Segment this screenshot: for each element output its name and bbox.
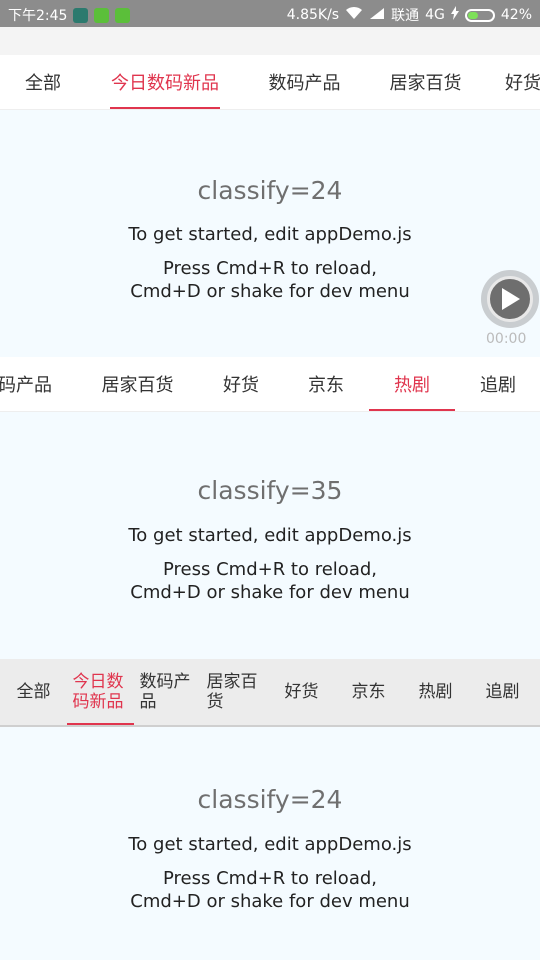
tab-hot-drama[interactable]: 热剧 [402, 659, 469, 725]
tab-label: 今日数码新品 [111, 73, 219, 94]
tab-label: 好货 [223, 375, 259, 396]
tab-label: 居家百货 [206, 672, 258, 712]
tab-indicator [369, 409, 455, 411]
tab-hot-drama[interactable]: 热剧 [369, 357, 455, 411]
tab-good-stuff[interactable]: 好货 [268, 659, 335, 725]
tab-follow-drama[interactable]: 追剧 [462, 357, 534, 411]
tab-home-goods[interactable]: 居家百货 [201, 659, 268, 725]
instruction-line: Press Cmd+R to reload, [163, 559, 377, 580]
classify-title: classify=35 [197, 476, 343, 505]
tab-label: 京东 [351, 682, 386, 702]
content-panel-1: classify=24 To get started, edit appDemo… [0, 110, 540, 357]
tab-label: 热剧 [418, 682, 453, 702]
tab-home-goods[interactable]: 居家百货 [378, 55, 473, 109]
tab-label: 追剧 [485, 682, 520, 702]
signal-icon [369, 7, 385, 24]
tab-today-digital[interactable]: 今日数码新品 [67, 659, 134, 725]
classify-title: classify=24 [197, 785, 343, 814]
instruction-line: Press Cmd+R to reload, [163, 868, 377, 889]
wifi-icon [345, 6, 363, 24]
notification-android-icon [115, 7, 131, 23]
content-panel-3: classify=24 To get started, edit appDemo… [0, 727, 540, 960]
tab-label: 追剧 [480, 375, 516, 396]
tab-label: 居家百货 [101, 375, 174, 396]
tab-label: 数码产品 [139, 672, 191, 712]
battery-percent: 42% [500, 7, 532, 23]
tab-label: 热剧 [394, 375, 430, 396]
tab-all[interactable]: 全部 [8, 55, 78, 109]
tab-label: 全部 [16, 682, 51, 702]
tab-digital-products[interactable]: 数码产品 [257, 55, 352, 109]
video-play-button[interactable] [481, 270, 539, 328]
tab-all[interactable]: 全部 [0, 659, 67, 725]
network-speed: 4.85K/s [286, 7, 340, 23]
tab-digital-products[interactable]: 数码产品 [134, 659, 201, 725]
video-time: 00:00 [486, 331, 527, 347]
instruction-line: Cmd+D or shake for dev menu [130, 281, 410, 302]
tab-label: 今日数码新品 [72, 672, 124, 712]
battery-icon [464, 8, 495, 22]
tab-today-digital[interactable]: 今日数码新品 [110, 55, 220, 109]
network-type: 4G [425, 7, 445, 23]
tab-label: 数码产品 [268, 73, 341, 94]
instruction-line: To get started, edit appDemo.js [128, 525, 412, 546]
tab-indicator [110, 107, 220, 109]
tab-label: 全部 [25, 73, 61, 94]
tab-label: 京东 [308, 375, 344, 396]
tab-label: 好货 [284, 682, 319, 702]
top-spacer [0, 27, 540, 55]
tab-jd[interactable]: 京东 [290, 357, 362, 411]
category-tab-bar-top[interactable]: 全部 今日数码新品 数码产品 居家百货 好货 [0, 55, 540, 110]
notification-lock-icon [94, 7, 110, 23]
tab-jd[interactable]: 京东 [335, 659, 402, 725]
tab-home-goods[interactable]: 居家百货 [90, 357, 185, 411]
tab-indicator [67, 723, 134, 725]
notification-app-icon [73, 7, 89, 23]
tab-follow-drama[interactable]: 追剧 [469, 659, 536, 725]
instruction-line: To get started, edit appDemo.js [128, 224, 412, 245]
classify-title: classify=24 [197, 176, 343, 205]
tab-label: 码产品 [0, 375, 52, 396]
content-panel-2: classify=35 To get started, edit appDemo… [0, 412, 540, 659]
charging-icon [450, 6, 459, 24]
tab-label: 居家百货 [389, 73, 462, 94]
category-tab-bar-bottom[interactable]: 全部 今日数码新品 数码产品 居家百货 好货 京东 热剧 追剧 [0, 659, 540, 727]
play-icon [487, 276, 533, 322]
status-bar: 下午2:45 4.85K/s 联通 4G 42% [0, 0, 540, 27]
instruction-line: To get started, edit appDemo.js [128, 834, 412, 855]
status-time: 下午2:45 [8, 8, 68, 24]
tab-label: 好货 [505, 73, 540, 94]
carrier-name: 联通 [391, 8, 420, 24]
instruction-line: Cmd+D or shake for dev menu [130, 582, 410, 603]
tab-good-stuff[interactable]: 好货 [205, 357, 277, 411]
battery-level [467, 11, 478, 19]
instruction-line: Cmd+D or shake for dev menu [130, 891, 410, 912]
tab-good-stuff[interactable]: 好货 [505, 55, 540, 109]
tab-digital-products[interactable]: 码产品 [0, 357, 58, 411]
category-tab-bar-middle[interactable]: 码产品 居家百货 好货 京东 热剧 追剧 [0, 357, 540, 412]
instruction-line: Press Cmd+R to reload, [163, 258, 377, 279]
